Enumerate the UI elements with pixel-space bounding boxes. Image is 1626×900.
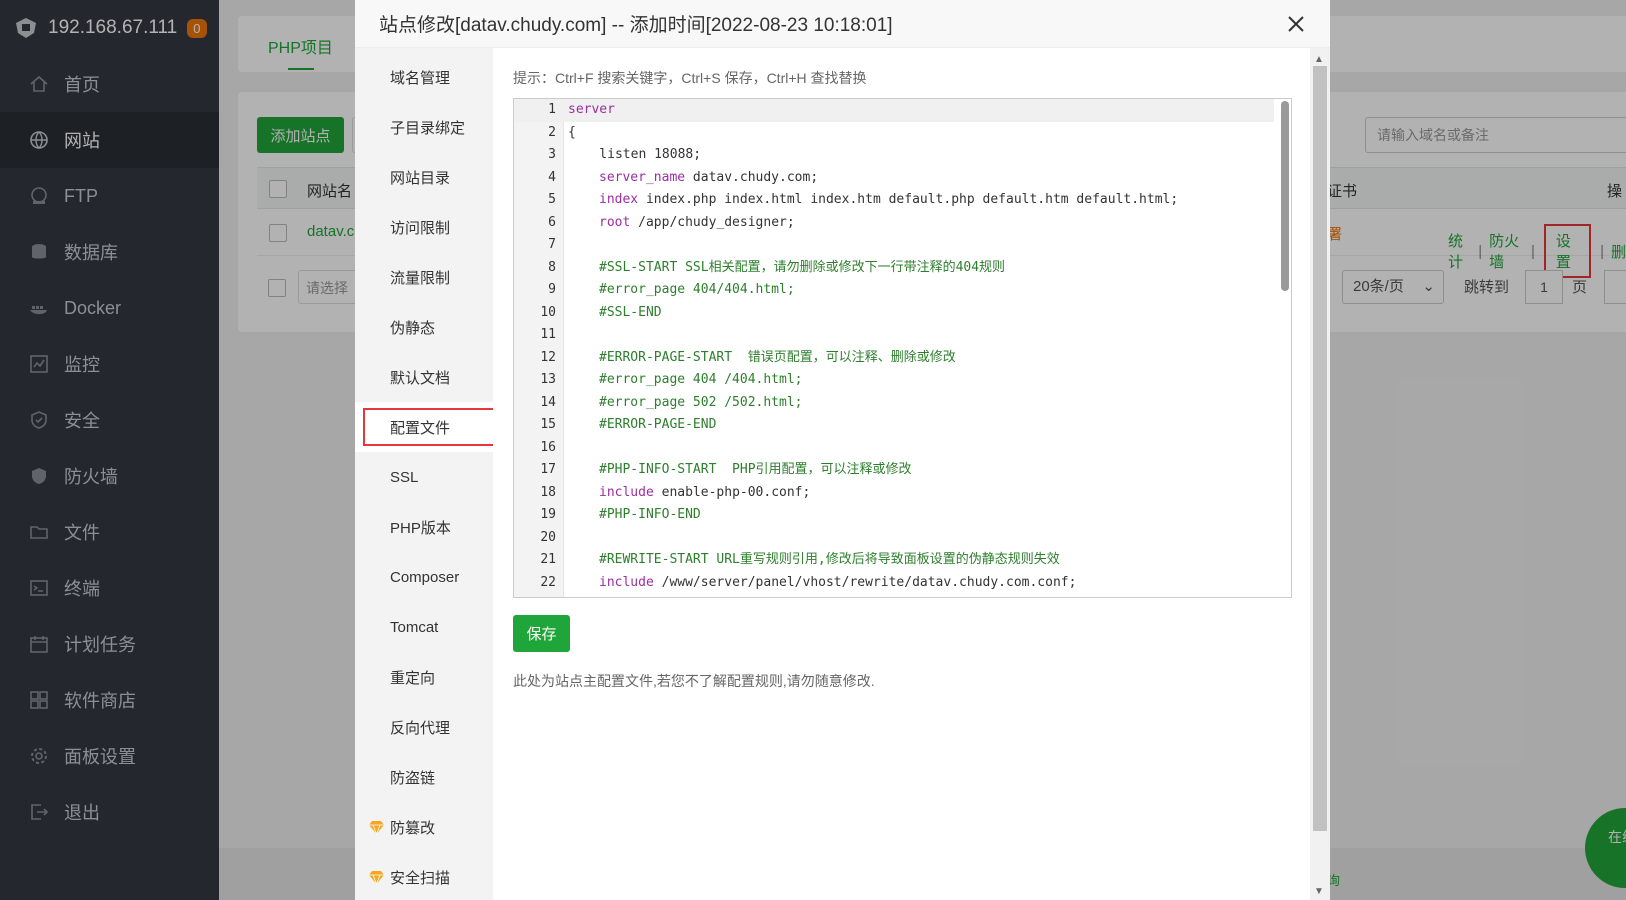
menu-item-label: Tomcat xyxy=(390,618,439,636)
line-number: 4 xyxy=(548,169,556,185)
active-highlight xyxy=(363,408,495,446)
config-panel: 提示：Ctrl+F 搜索关键字，Ctrl+S 保存，Ctrl+H 查找替换 1s… xyxy=(493,48,1310,900)
gem-icon xyxy=(369,820,384,835)
site-edit-dialog: 站点修改[datav.chudy.com] -- 添加时间[2022-08-23… xyxy=(355,0,1330,900)
code-comment: #REWRITE-START URL重写规则引用,修改后将导致面板设置的伪静态规… xyxy=(599,552,1060,567)
menu-item-hotlink[interactable]: 防盗链 xyxy=(355,752,493,802)
code-text: server xyxy=(568,102,615,117)
menu-item-label: 默认文档 xyxy=(390,369,451,387)
menu-item-redirect[interactable]: 重定向 xyxy=(355,652,493,702)
code-comment: #SSL-START SSL相关配置，请勿删除或修改下一行带注释的404规则 xyxy=(599,259,1006,275)
menu-item-label: 域名管理 xyxy=(390,69,451,87)
code-comment: #ERROR-PAGE-END xyxy=(599,417,717,432)
menu-item-label: 安全扫描 xyxy=(390,869,451,887)
menu-item-traffic-limit[interactable]: 流量限制 xyxy=(355,252,493,302)
line-number: 8 xyxy=(548,259,556,275)
code-comment: #error_page 502 /502.html; xyxy=(599,394,803,410)
code-comment: #error_page 404/404.html; xyxy=(599,282,795,297)
menu-item-composer[interactable]: Composer xyxy=(355,552,493,602)
line-number: 7 xyxy=(548,237,556,252)
line-number: 14 xyxy=(540,394,556,410)
menu-item-tomcat[interactable]: Tomcat xyxy=(355,602,493,652)
line-number: 20 xyxy=(540,529,556,545)
code-comment: #PHP-INFO-START PHP引用配置，可以注释或修改 xyxy=(599,462,912,477)
line-number: 18 xyxy=(540,484,556,500)
code-comment: #SSL-END xyxy=(599,304,662,320)
menu-item-label: Composer xyxy=(390,568,460,586)
code-keyword: index xyxy=(599,192,639,207)
close-icon[interactable] xyxy=(1284,12,1308,36)
line-number: 9 xyxy=(548,282,556,297)
line-number: 13 xyxy=(540,372,556,387)
menu-item-rewrite[interactable]: 伪静态 xyxy=(355,302,493,352)
editor-scrollbar[interactable] xyxy=(1281,101,1289,291)
scroll-up-icon[interactable]: ▲ xyxy=(1314,54,1324,65)
code-comment: #ERROR-PAGE-START 错误页配置，可以注释、删除或修改 xyxy=(599,349,956,365)
line-number: 15 xyxy=(540,417,556,432)
menu-item-domain[interactable]: 域名管理 xyxy=(355,52,493,102)
dialog-scrollbar[interactable]: ▲ ▼ xyxy=(1310,48,1330,900)
code-text: enable-php-00.conf; xyxy=(653,484,811,500)
menu-item-label: SSL xyxy=(390,468,419,486)
line-number: 11 xyxy=(540,327,556,342)
menu-item-access-limit[interactable]: 访问限制 xyxy=(355,202,493,252)
code-keyword: include xyxy=(599,484,654,500)
menu-item-ssl[interactable]: SSL xyxy=(355,452,493,502)
code-comment: #error_page 404 /404.html; xyxy=(599,372,803,387)
line-number: 17 xyxy=(540,462,556,477)
menu-item-label: 防盗链 xyxy=(390,769,436,787)
code-text: /www/server/panel/vhost/rewrite/datav.ch… xyxy=(653,574,1077,590)
menu-item-label: 反向代理 xyxy=(390,719,451,737)
code-text: { xyxy=(568,124,576,140)
menu-item-label: 伪静态 xyxy=(390,319,436,337)
line-number: 12 xyxy=(540,349,556,365)
shortcut-hint: 提示：Ctrl+F 搜索关键字，Ctrl+S 保存，Ctrl+H 查找替换 xyxy=(513,70,867,86)
line-number: 16 xyxy=(540,439,556,455)
menu-item-label: 防篡改 xyxy=(390,819,436,837)
menu-item-label: 重定向 xyxy=(390,669,436,687)
dialog-menu: 域名管理 子目录绑定 网站目录 访问限制 流量限制 伪静态 默认文档 配置文件 … xyxy=(355,48,495,900)
dialog-title: 站点修改[datav.chudy.com] -- 添加时间[2022-08-23… xyxy=(379,15,893,36)
code-text: /app/chudy_designer; xyxy=(630,214,795,230)
scroll-down-icon[interactable]: ▼ xyxy=(1314,886,1324,897)
menu-item-subdir[interactable]: 子目录绑定 xyxy=(355,102,493,152)
line-number: 21 xyxy=(540,552,556,567)
line-number: 2 xyxy=(548,124,556,140)
line-number: 3 xyxy=(548,147,556,162)
menu-item-label: 网站目录 xyxy=(390,169,451,187)
menu-item-tamper-proof[interactable]: 防篡改 xyxy=(355,802,493,852)
code-keyword: root xyxy=(599,214,631,230)
config-warning-note: 此处为站点主配置文件,若您不了解配置规则,请勿随意修改. xyxy=(513,673,875,689)
scrollbar-thumb[interactable] xyxy=(1313,66,1327,831)
line-number: 22 xyxy=(540,574,556,590)
code-comment: #PHP-INFO-END xyxy=(599,507,701,522)
line-number: 6 xyxy=(548,214,556,230)
menu-item-label: 访问限制 xyxy=(390,219,451,237)
dialog-header: 站点修改[datav.chudy.com] -- 添加时间[2022-08-23… xyxy=(355,0,1330,48)
code-text: index.php index.html index.htm default.p… xyxy=(638,192,1179,207)
gem-icon xyxy=(369,870,384,885)
line-number: 1 xyxy=(548,102,556,117)
menu-item-default-doc[interactable]: 默认文档 xyxy=(355,352,493,402)
menu-item-config-file[interactable]: 配置文件 xyxy=(355,402,495,452)
code-text: listen 18088; xyxy=(568,147,702,162)
code-keyword: server_name xyxy=(599,169,686,185)
menu-item-label: PHP版本 xyxy=(390,519,451,537)
code-text: datav.chudy.com; xyxy=(685,169,819,185)
menu-item-reverse-proxy[interactable]: 反向代理 xyxy=(355,702,493,752)
line-number: 19 xyxy=(540,507,556,522)
menu-item-php-version[interactable]: PHP版本 xyxy=(355,502,493,552)
code-editor[interactable]: 1 server 2{ 3 listen 18088; 4 server_name … xyxy=(513,98,1292,598)
code-keyword: include xyxy=(599,574,654,590)
menu-item-label: 子目录绑定 xyxy=(390,119,466,137)
line-number: 10 xyxy=(540,304,556,320)
menu-item-label: 流量限制 xyxy=(390,269,451,287)
line-number: 5 xyxy=(548,192,556,207)
menu-item-site-dir[interactable]: 网站目录 xyxy=(355,152,493,202)
save-button[interactable]: 保存 xyxy=(513,615,570,652)
menu-item-security-scan[interactable]: 安全扫描 xyxy=(355,852,493,900)
